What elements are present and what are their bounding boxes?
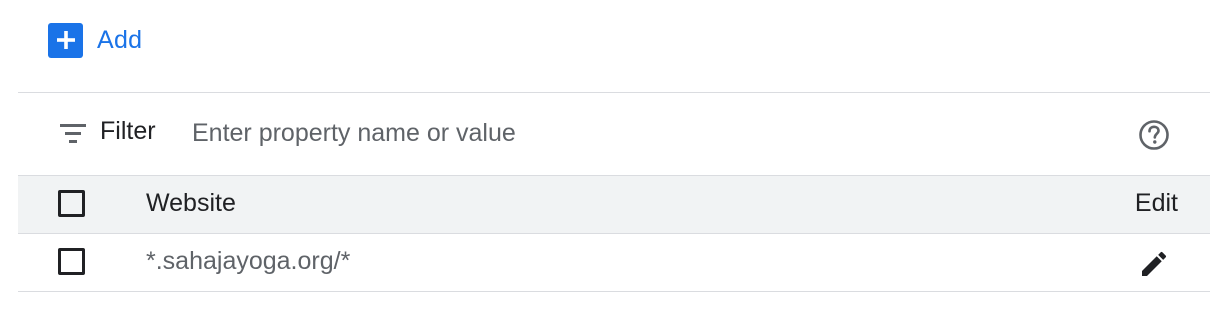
column-header-website[interactable]: Website <box>146 189 236 218</box>
select-all-checkbox[interactable] <box>58 190 85 217</box>
add-button[interactable]: Add <box>48 22 142 58</box>
websites-table: Filter Website Edit *.sahajayoga.org/* <box>18 92 1210 292</box>
pencil-icon[interactable] <box>1138 248 1170 280</box>
row-checkbox[interactable] <box>58 248 85 275</box>
filter-input[interactable] <box>186 111 1078 155</box>
table-header-row: Website Edit <box>18 175 1210 234</box>
filter-list-icon <box>58 123 88 145</box>
table-row: *.sahajayoga.org/* <box>18 234 1210 292</box>
filter-bar: Filter <box>18 92 1210 175</box>
column-header-edit: Edit <box>1134 189 1178 217</box>
plus-icon <box>48 22 83 58</box>
filter-label: Filter <box>100 117 156 145</box>
help-circle-icon[interactable] <box>1136 117 1172 153</box>
row-website-value: *.sahajayoga.org/* <box>146 247 351 275</box>
add-button-label: Add <box>97 25 143 54</box>
